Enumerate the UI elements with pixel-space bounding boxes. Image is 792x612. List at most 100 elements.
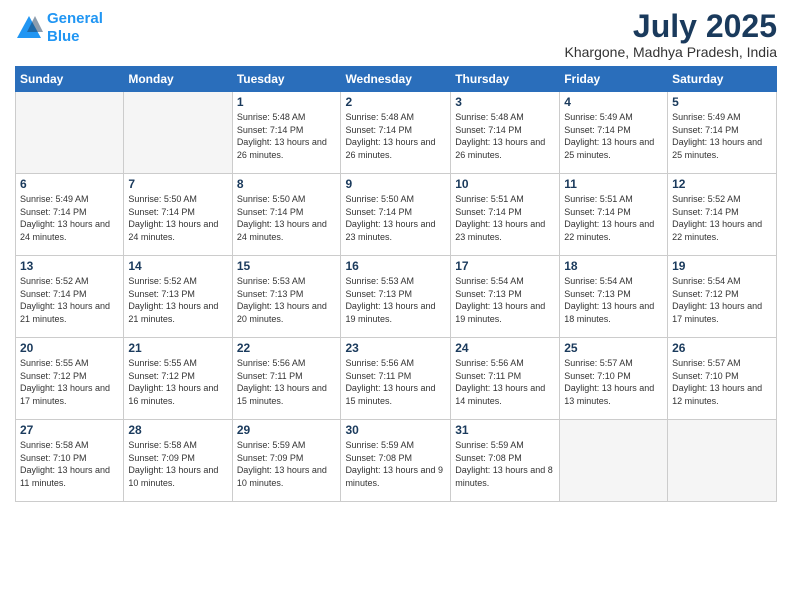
day-detail: Sunrise: 5:48 AMSunset: 7:14 PMDaylight:… [237, 111, 337, 161]
day-number: 3 [455, 95, 555, 109]
col-friday: Friday [560, 67, 668, 92]
day-detail: Sunrise: 5:58 AMSunset: 7:10 PMDaylight:… [20, 439, 119, 489]
day-detail: Sunrise: 5:59 AMSunset: 7:09 PMDaylight:… [237, 439, 337, 489]
day-detail: Sunrise: 5:56 AMSunset: 7:11 PMDaylight:… [455, 357, 555, 407]
day-detail: Sunrise: 5:50 AMSunset: 7:14 PMDaylight:… [237, 193, 337, 243]
calendar-day: 23 Sunrise: 5:56 AMSunset: 7:11 PMDaylig… [341, 338, 451, 420]
calendar-day: 31 Sunrise: 5:59 AMSunset: 7:08 PMDaylig… [451, 420, 560, 502]
day-detail: Sunrise: 5:56 AMSunset: 7:11 PMDaylight:… [237, 357, 337, 407]
day-number: 28 [128, 423, 227, 437]
day-detail: Sunrise: 5:58 AMSunset: 7:09 PMDaylight:… [128, 439, 227, 489]
calendar-day: 18 Sunrise: 5:54 AMSunset: 7:13 PMDaylig… [560, 256, 668, 338]
day-detail: Sunrise: 5:54 AMSunset: 7:12 PMDaylight:… [672, 275, 772, 325]
calendar-day: 29 Sunrise: 5:59 AMSunset: 7:09 PMDaylig… [232, 420, 341, 502]
day-number: 11 [564, 177, 663, 191]
calendar-day: 17 Sunrise: 5:54 AMSunset: 7:13 PMDaylig… [451, 256, 560, 338]
calendar-day: 7 Sunrise: 5:50 AMSunset: 7:14 PMDayligh… [124, 174, 232, 256]
calendar-day: 2 Sunrise: 5:48 AMSunset: 7:14 PMDayligh… [341, 92, 451, 174]
logo-line2: Blue [47, 28, 80, 45]
calendar-day: 16 Sunrise: 5:53 AMSunset: 7:13 PMDaylig… [341, 256, 451, 338]
day-detail: Sunrise: 5:51 AMSunset: 7:14 PMDaylight:… [455, 193, 555, 243]
calendar-day: 22 Sunrise: 5:56 AMSunset: 7:11 PMDaylig… [232, 338, 341, 420]
calendar-day: 25 Sunrise: 5:57 AMSunset: 7:10 PMDaylig… [560, 338, 668, 420]
calendar-week-5: 27 Sunrise: 5:58 AMSunset: 7:10 PMDaylig… [16, 420, 777, 502]
header: General Blue July 2025 Khargone, Madhya … [15, 10, 777, 60]
calendar-day: 20 Sunrise: 5:55 AMSunset: 7:12 PMDaylig… [16, 338, 124, 420]
calendar-day [124, 92, 232, 174]
day-detail: Sunrise: 5:53 AMSunset: 7:13 PMDaylight:… [237, 275, 337, 325]
day-detail: Sunrise: 5:52 AMSunset: 7:14 PMDaylight:… [20, 275, 119, 325]
page: General Blue July 2025 Khargone, Madhya … [0, 0, 792, 612]
calendar-day: 3 Sunrise: 5:48 AMSunset: 7:14 PMDayligh… [451, 92, 560, 174]
calendar-day: 14 Sunrise: 5:52 AMSunset: 7:13 PMDaylig… [124, 256, 232, 338]
calendar-day: 13 Sunrise: 5:52 AMSunset: 7:14 PMDaylig… [16, 256, 124, 338]
calendar-day: 27 Sunrise: 5:58 AMSunset: 7:10 PMDaylig… [16, 420, 124, 502]
header-row: Sunday Monday Tuesday Wednesday Thursday… [16, 67, 777, 92]
day-number: 24 [455, 341, 555, 355]
day-number: 27 [20, 423, 119, 437]
day-detail: Sunrise: 5:49 AMSunset: 7:14 PMDaylight:… [20, 193, 119, 243]
day-number: 19 [672, 259, 772, 273]
day-number: 25 [564, 341, 663, 355]
day-number: 8 [237, 177, 337, 191]
calendar-day: 11 Sunrise: 5:51 AMSunset: 7:14 PMDaylig… [560, 174, 668, 256]
calendar-day: 8 Sunrise: 5:50 AMSunset: 7:14 PMDayligh… [232, 174, 341, 256]
month-title: July 2025 [565, 10, 777, 42]
calendar-header: Sunday Monday Tuesday Wednesday Thursday… [16, 67, 777, 92]
day-number: 31 [455, 423, 555, 437]
col-sunday: Sunday [16, 67, 124, 92]
calendar-day: 21 Sunrise: 5:55 AMSunset: 7:12 PMDaylig… [124, 338, 232, 420]
day-number: 22 [237, 341, 337, 355]
day-detail: Sunrise: 5:53 AMSunset: 7:13 PMDaylight:… [345, 275, 446, 325]
calendar-day: 10 Sunrise: 5:51 AMSunset: 7:14 PMDaylig… [451, 174, 560, 256]
day-number: 7 [128, 177, 227, 191]
calendar-day: 5 Sunrise: 5:49 AMSunset: 7:14 PMDayligh… [668, 92, 777, 174]
day-number: 12 [672, 177, 772, 191]
day-number: 5 [672, 95, 772, 109]
day-number: 23 [345, 341, 446, 355]
day-number: 16 [345, 259, 446, 273]
day-number: 21 [128, 341, 227, 355]
calendar-day: 24 Sunrise: 5:56 AMSunset: 7:11 PMDaylig… [451, 338, 560, 420]
calendar-week-4: 20 Sunrise: 5:55 AMSunset: 7:12 PMDaylig… [16, 338, 777, 420]
calendar-body: 1 Sunrise: 5:48 AMSunset: 7:14 PMDayligh… [16, 92, 777, 502]
day-detail: Sunrise: 5:50 AMSunset: 7:14 PMDaylight:… [128, 193, 227, 243]
calendar-day: 1 Sunrise: 5:48 AMSunset: 7:14 PMDayligh… [232, 92, 341, 174]
day-detail: Sunrise: 5:50 AMSunset: 7:14 PMDaylight:… [345, 193, 446, 243]
col-monday: Monday [124, 67, 232, 92]
calendar-week-1: 1 Sunrise: 5:48 AMSunset: 7:14 PMDayligh… [16, 92, 777, 174]
logo-line1: General [47, 10, 103, 27]
calendar-day: 12 Sunrise: 5:52 AMSunset: 7:14 PMDaylig… [668, 174, 777, 256]
day-detail: Sunrise: 5:48 AMSunset: 7:14 PMDaylight:… [345, 111, 446, 161]
logo: General Blue [15, 10, 103, 46]
calendar-day: 26 Sunrise: 5:57 AMSunset: 7:10 PMDaylig… [668, 338, 777, 420]
calendar-week-2: 6 Sunrise: 5:49 AMSunset: 7:14 PMDayligh… [16, 174, 777, 256]
col-wednesday: Wednesday [341, 67, 451, 92]
day-detail: Sunrise: 5:55 AMSunset: 7:12 PMDaylight:… [128, 357, 227, 407]
day-detail: Sunrise: 5:49 AMSunset: 7:14 PMDaylight:… [564, 111, 663, 161]
day-number: 26 [672, 341, 772, 355]
calendar-day: 15 Sunrise: 5:53 AMSunset: 7:13 PMDaylig… [232, 256, 341, 338]
day-number: 18 [564, 259, 663, 273]
day-number: 4 [564, 95, 663, 109]
col-thursday: Thursday [451, 67, 560, 92]
calendar-week-3: 13 Sunrise: 5:52 AMSunset: 7:14 PMDaylig… [16, 256, 777, 338]
day-detail: Sunrise: 5:52 AMSunset: 7:13 PMDaylight:… [128, 275, 227, 325]
day-detail: Sunrise: 5:59 AMSunset: 7:08 PMDaylight:… [345, 439, 446, 489]
calendar-day: 30 Sunrise: 5:59 AMSunset: 7:08 PMDaylig… [341, 420, 451, 502]
day-number: 14 [128, 259, 227, 273]
calendar-day [668, 420, 777, 502]
day-number: 15 [237, 259, 337, 273]
day-detail: Sunrise: 5:54 AMSunset: 7:13 PMDaylight:… [455, 275, 555, 325]
day-number: 17 [455, 259, 555, 273]
day-number: 13 [20, 259, 119, 273]
day-detail: Sunrise: 5:49 AMSunset: 7:14 PMDaylight:… [672, 111, 772, 161]
day-number: 10 [455, 177, 555, 191]
title-area: July 2025 Khargone, Madhya Pradesh, Indi… [565, 10, 777, 60]
calendar-day: 9 Sunrise: 5:50 AMSunset: 7:14 PMDayligh… [341, 174, 451, 256]
calendar: Sunday Monday Tuesday Wednesday Thursday… [15, 66, 777, 502]
calendar-day: 28 Sunrise: 5:58 AMSunset: 7:09 PMDaylig… [124, 420, 232, 502]
day-detail: Sunrise: 5:54 AMSunset: 7:13 PMDaylight:… [564, 275, 663, 325]
day-number: 29 [237, 423, 337, 437]
calendar-day [560, 420, 668, 502]
